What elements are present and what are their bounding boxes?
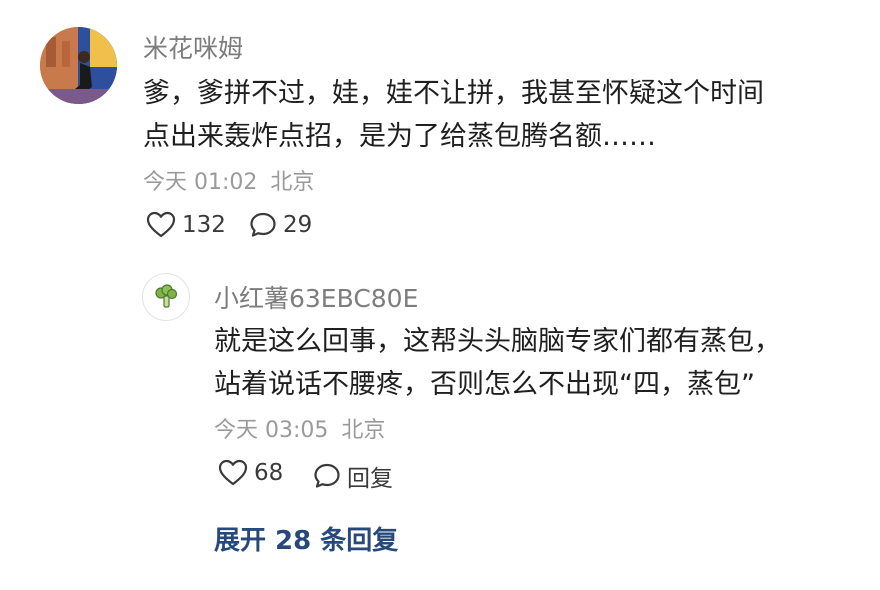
reply-location: 北京 bbox=[341, 418, 386, 443]
expand-replies-link[interactable]: 展开 28 条回复 bbox=[214, 520, 398, 557]
comment-like-button[interactable]: 132 bbox=[146, 211, 226, 239]
profile-photo bbox=[40, 27, 117, 104]
reply-text-line-1: 就是这么回事，这帮头头脑脑专家们都有蒸包， bbox=[214, 326, 781, 357]
reply-time: 今天 03:05 bbox=[214, 418, 329, 443]
comment-bubble-icon bbox=[314, 463, 340, 488]
broccoli-icon bbox=[155, 284, 178, 308]
comment-like-count: 132 bbox=[182, 212, 226, 238]
comment-bubble-icon bbox=[250, 212, 276, 237]
reply-like-count: 68 bbox=[254, 460, 284, 486]
comment-location: 北京 bbox=[270, 170, 315, 195]
comment-text-line-1: 爹，爹拼不过，娃，娃不让拼，我甚至怀疑这个时间 bbox=[143, 78, 764, 109]
reply-meta: 今天 03:05 北京 bbox=[214, 412, 385, 444]
reply-like-button[interactable]: 68 bbox=[218, 459, 283, 487]
reply-username[interactable]: 小红薯63EBC80E bbox=[214, 279, 418, 315]
comment-reply-button[interactable]: 29 bbox=[249, 211, 312, 239]
reply-avatar[interactable] bbox=[142, 273, 190, 321]
reply-reply-button[interactable]: 回复 bbox=[313, 459, 393, 493]
heart-icon bbox=[218, 459, 248, 486]
heart-icon bbox=[146, 211, 176, 238]
reply-reply-label: 回复 bbox=[347, 466, 393, 492]
comment-text-line-2: 点出来轰炸点招，是为了给蒸包腾名额…… bbox=[143, 121, 656, 152]
reply-text-line-2: 站着说话不腰疼，否则怎么不出现“四，蒸包” bbox=[214, 369, 755, 400]
comment-time: 今天 01:02 bbox=[143, 170, 258, 195]
comment-meta: 今天 01:02 北京 bbox=[143, 164, 314, 196]
comment-reply-count: 29 bbox=[283, 212, 313, 238]
comment-username[interactable]: 米花咪姆 bbox=[143, 29, 243, 65]
avatar[interactable] bbox=[40, 27, 117, 104]
